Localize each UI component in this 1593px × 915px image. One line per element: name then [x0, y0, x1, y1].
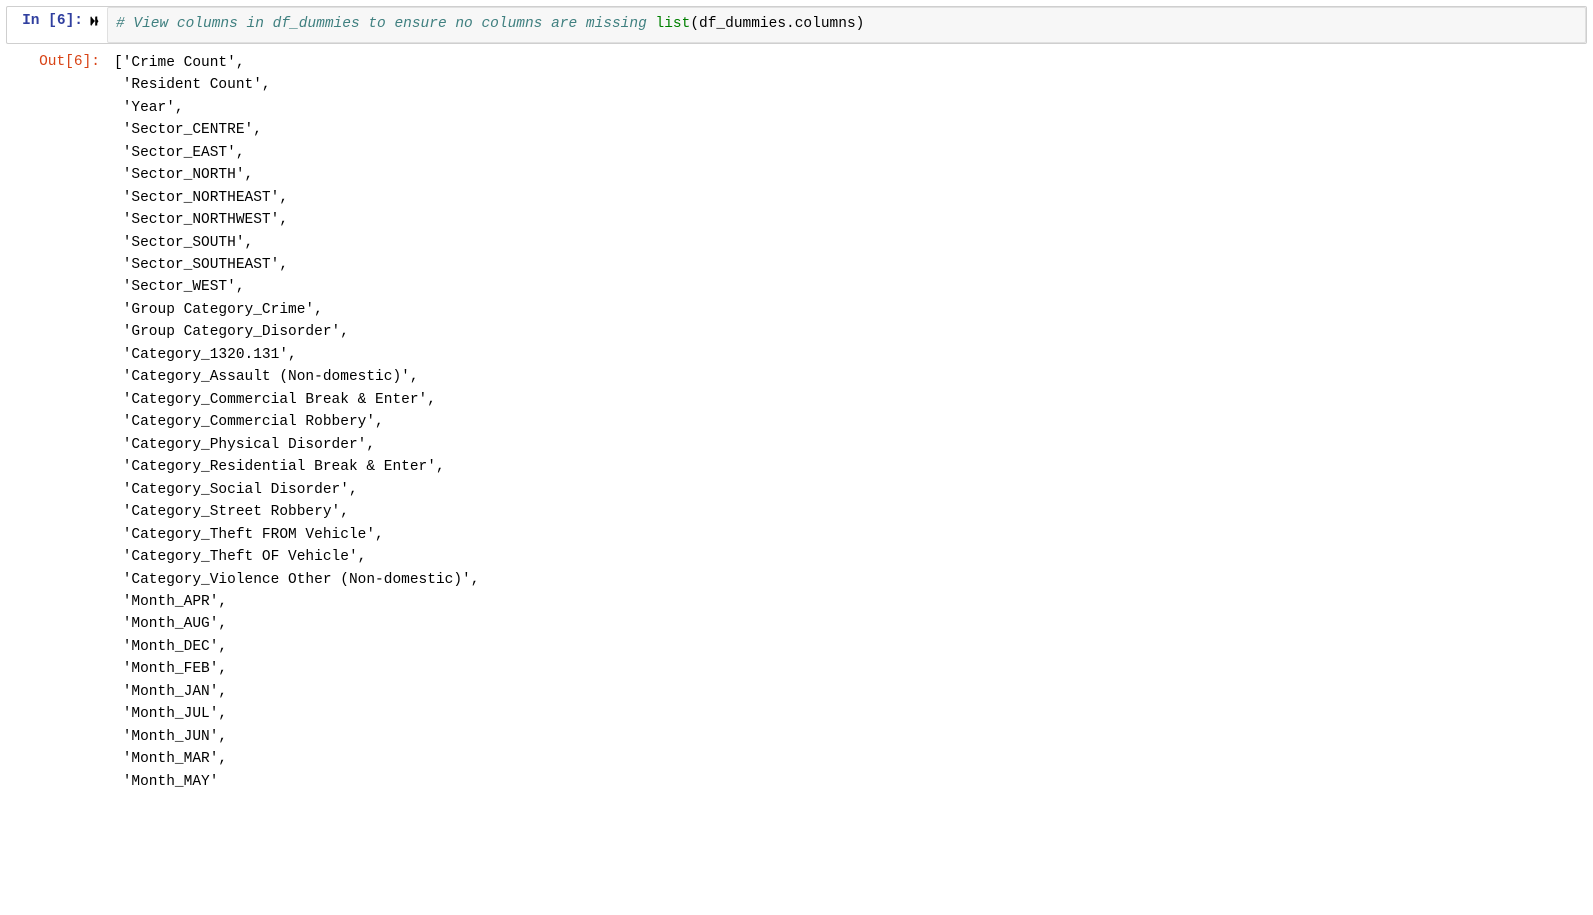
notebook-container: In [6]: # View columns in df_dummies to …: [0, 0, 1593, 799]
code-var: df_dummies: [699, 16, 786, 32]
code-cell[interactable]: In [6]: # View columns in df_dummies to …: [6, 6, 1587, 44]
code-dot: .: [786, 16, 795, 32]
output-prompt: Out[6]:: [39, 54, 100, 70]
code-comment: # View columns in df_dummies to ensure n…: [116, 16, 647, 32]
code-close-paren: ): [856, 16, 865, 32]
output-cell: Out[6]: ['Crime Count', 'Resident Count'…: [6, 48, 1587, 793]
code-editor[interactable]: # View columns in df_dummies to ensure n…: [107, 7, 1586, 43]
output-text: ['Crime Count', 'Resident Count', 'Year'…: [106, 48, 1587, 793]
input-prompt-area: In [6]:: [7, 7, 107, 43]
output-prompt-area: Out[6]:: [6, 48, 106, 793]
run-cell-icon[interactable]: [89, 13, 101, 27]
code-open-paren: (: [690, 16, 699, 32]
code-builtin: list: [656, 16, 691, 32]
code-attr: columns: [795, 16, 856, 32]
input-prompt: In [6]:: [22, 13, 83, 29]
